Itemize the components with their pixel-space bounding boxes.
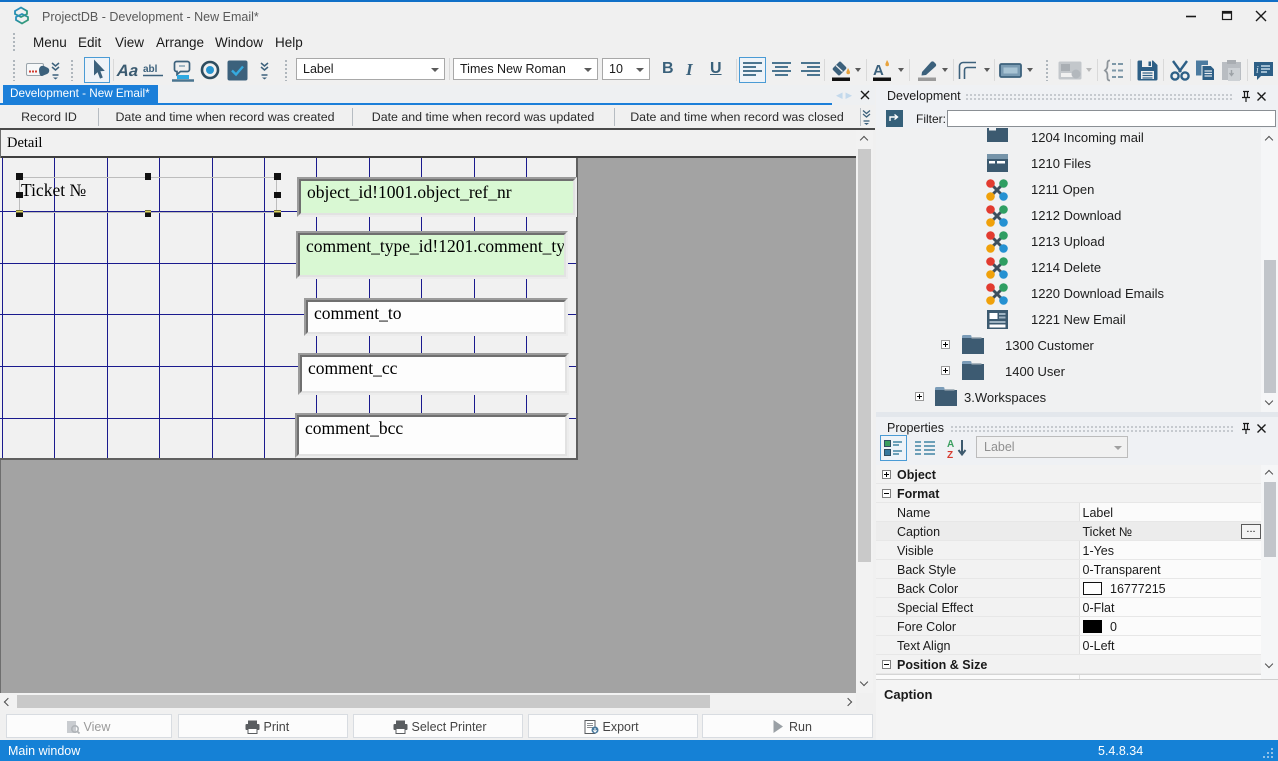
svg-text:A: A: [947, 439, 954, 450]
svg-text:abl: abl: [143, 64, 158, 75]
svg-text:i: i: [1256, 65, 1259, 76]
svg-text:A: A: [873, 62, 884, 79]
svg-text:Z: Z: [947, 450, 953, 459]
